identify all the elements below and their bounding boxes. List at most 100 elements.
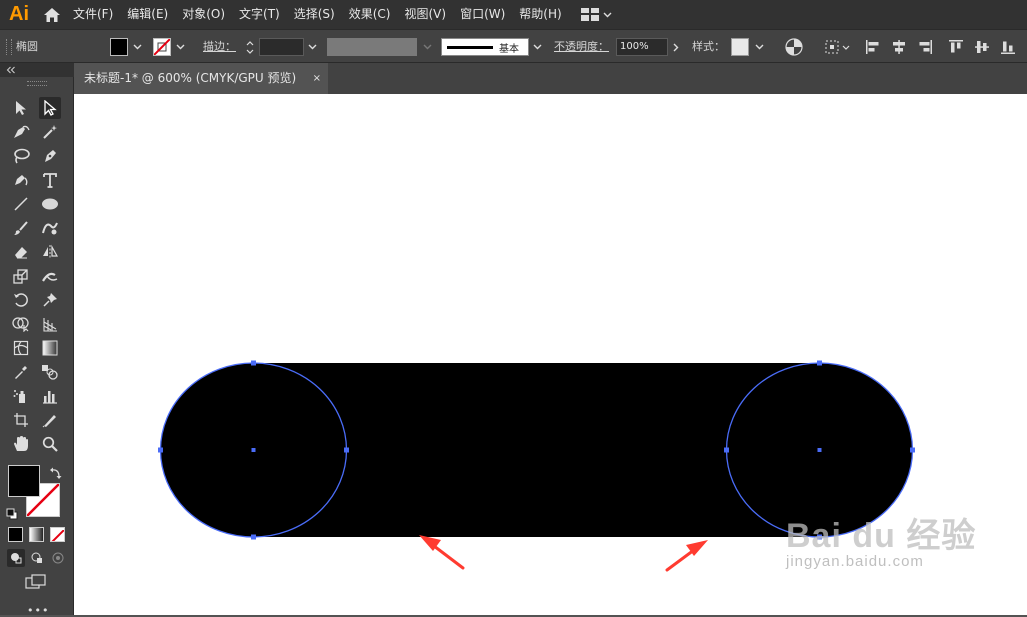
draw-normal-icon[interactable] [7,549,25,567]
more-tools-icon[interactable]: ••• [27,605,49,616]
opacity-label[interactable]: 不透明度： [554,30,609,63]
brush-definition[interactable]: 基本 [441,38,529,56]
default-fill-stroke-icon[interactable] [6,505,18,524]
chevron-down-icon [246,49,254,54]
fill-dropdown[interactable] [130,38,144,56]
close-icon[interactable]: × [313,63,321,94]
chevron-right-icon [673,43,679,51]
recolor-artwork-icon[interactable] [785,38,803,60]
draw-inside-icon[interactable] [49,549,67,567]
mesh-tool-icon[interactable] [10,337,32,359]
magic-wand-tool-icon[interactable] [39,121,61,143]
variable-width-profile[interactable] [327,38,417,56]
screen-mode-icon[interactable] [25,574,47,594]
slice-tool-icon[interactable] [39,409,61,431]
graphic-style-swatch[interactable] [731,38,749,56]
zoom-tool-icon[interactable] [39,433,61,455]
collapse-panel-icon[interactable] [6,66,16,74]
app-logo: Ai [9,3,29,25]
opacity-input[interactable]: 100% [616,38,668,56]
brush-definition-dropdown[interactable] [530,38,544,56]
align-right-icon[interactable] [917,39,933,59]
no-color-icon [51,529,64,541]
center-point[interactable] [251,448,256,452]
scale-tool-icon[interactable] [10,265,32,287]
stroke-weight-stepper[interactable] [243,38,257,56]
anchor-point[interactable] [251,360,256,366]
menu-window[interactable]: 窗口(W) [453,0,512,29]
pencil-tool-icon[interactable] [10,169,32,191]
menu-type[interactable]: 文字(T) [232,0,287,29]
warp-tool-icon[interactable] [39,265,61,287]
document-tab[interactable]: 未标题-1* @ 600% (CMYK/GPU 预览) × [74,63,328,94]
stroke-weight-dropdown[interactable] [305,38,319,56]
swap-fill-stroke-icon[interactable] [50,464,62,483]
chevron-down-icon [176,44,184,50]
document-tab-bar: 未标题-1* @ 600% (CMYK/GPU 预览) × [74,63,1027,94]
gradient-mode-button[interactable] [29,527,44,542]
blend-tool-icon[interactable] [39,361,61,383]
hand-tool-icon[interactable] [10,433,32,455]
anchor-point[interactable] [158,447,163,453]
home-icon[interactable] [38,7,66,23]
eyedropper-tool-icon[interactable] [10,361,32,383]
center-point[interactable] [817,448,822,452]
stroke-weight-input[interactable] [259,38,304,56]
perspective-grid-tool-icon[interactable] [39,313,61,335]
menu-view[interactable]: 视图(V) [397,0,453,29]
object-type-label: 椭圆 [16,40,38,53]
selection-tool-icon[interactable] [10,97,32,119]
align-left-icon[interactable] [865,39,881,59]
anchor-point[interactable] [724,447,729,453]
paintbrush-tool-icon[interactable] [10,217,32,239]
symbol-sprayer-tool-icon[interactable] [10,385,32,407]
menu-file[interactable]: 文件(F) [66,0,120,29]
draw-behind-icon[interactable] [28,549,46,567]
menu-edit[interactable]: 编辑(E) [120,0,175,29]
menu-effect[interactable]: 效果(C) [342,0,398,29]
opacity-flyout[interactable] [669,38,683,56]
menu-help[interactable]: 帮助(H) [512,0,568,29]
variable-width-dropdown[interactable] [420,38,434,56]
graphic-style-dropdown[interactable] [752,38,766,56]
column-graph-tool-icon[interactable] [39,385,61,407]
color-mode-button[interactable] [8,527,23,542]
control-bar-grip[interactable] [6,39,12,55]
curvature-tool-icon[interactable] [10,121,32,143]
align-center-icon[interactable] [891,39,907,59]
ellipse-tool-icon[interactable] [39,193,61,215]
fill-swatch[interactable] [110,38,128,56]
workspace-switcher[interactable] [580,8,612,21]
menu-select[interactable]: 选择(S) [287,0,342,29]
direct-selection-tool-icon[interactable] [39,97,61,119]
gradient-tool-icon[interactable] [39,337,61,359]
eraser-tool-icon[interactable] [10,241,32,263]
stroke-dropdown[interactable] [173,38,187,56]
menu-object[interactable]: 对象(O) [175,0,232,29]
type-tool-icon[interactable] [39,169,61,191]
pen-tool-icon[interactable] [39,145,61,167]
anchor-point[interactable] [910,447,915,453]
align-top-icon[interactable] [948,39,964,59]
anchor-point[interactable] [817,360,822,366]
stroke-label[interactable]: 描边： [203,30,236,63]
stroke-swatch[interactable] [153,38,171,56]
align-middle-icon[interactable] [974,39,990,59]
rotate-tool-icon[interactable] [10,289,32,311]
artboard-tool-icon[interactable] [10,409,32,431]
none-mode-button[interactable] [50,527,65,542]
canvas[interactable]: Bai du 经验 jingyan.baidu.com [74,94,1027,615]
line-segment-tool-icon[interactable] [10,193,32,215]
fill-color-box[interactable] [8,465,40,497]
annotation-arrow-left [419,535,465,570]
reflect-tool-icon[interactable] [39,241,61,263]
shape-builder-tool-icon[interactable] [10,313,32,335]
anchor-point[interactable] [344,447,349,453]
align-to-dropdown[interactable] [824,39,850,55]
puppet-warp-tool-icon[interactable] [39,289,61,311]
shaper-tool-icon[interactable] [39,217,61,239]
tools-panel-grip[interactable] [27,81,47,86]
align-bottom-icon[interactable] [1000,39,1016,59]
lasso-tool-icon[interactable] [10,145,32,167]
anchor-point[interactable] [251,534,256,540]
